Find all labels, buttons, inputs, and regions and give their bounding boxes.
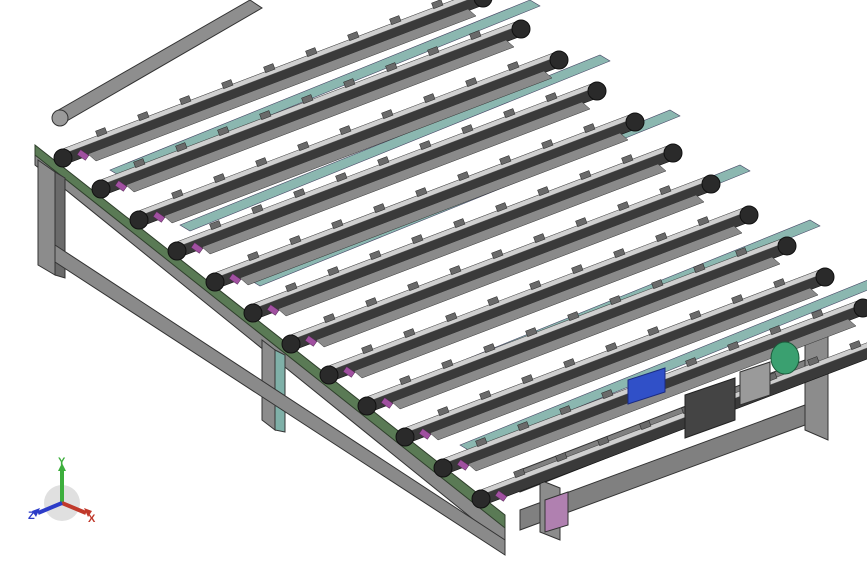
graphics-viewport[interactable]: Y X Z — [0, 0, 867, 562]
end-sprocket — [243, 303, 263, 323]
end-sprocket — [53, 148, 73, 168]
end-sprocket — [205, 272, 225, 292]
end-sprocket — [815, 267, 835, 287]
end-sprocket — [549, 50, 569, 70]
end-sprocket — [319, 365, 339, 385]
end-sprocket — [395, 427, 415, 447]
end-sprocket — [91, 179, 111, 199]
z-axis-label: Z — [28, 510, 35, 522]
end-sprocket — [357, 396, 377, 416]
end-sprocket — [739, 205, 759, 225]
x-axis-label: X — [88, 513, 96, 525]
end-sprocket — [471, 489, 491, 509]
end-sprocket — [701, 174, 721, 194]
end-sprocket — [433, 458, 453, 478]
end-sprocket — [777, 236, 797, 256]
conveyor-assembly-model[interactable] — [0, 0, 867, 562]
y-axis-label: Y — [58, 456, 66, 468]
end-sprocket — [167, 241, 187, 261]
view-orientation-triad[interactable]: Y X Z — [22, 455, 102, 530]
end-sprocket — [511, 19, 531, 39]
end-sprocket — [587, 81, 607, 101]
end-sprocket — [129, 210, 149, 230]
end-sprocket — [663, 143, 683, 163]
end-sprocket — [625, 112, 645, 132]
end-sprocket — [281, 334, 301, 354]
end-sprocket — [853, 298, 867, 318]
